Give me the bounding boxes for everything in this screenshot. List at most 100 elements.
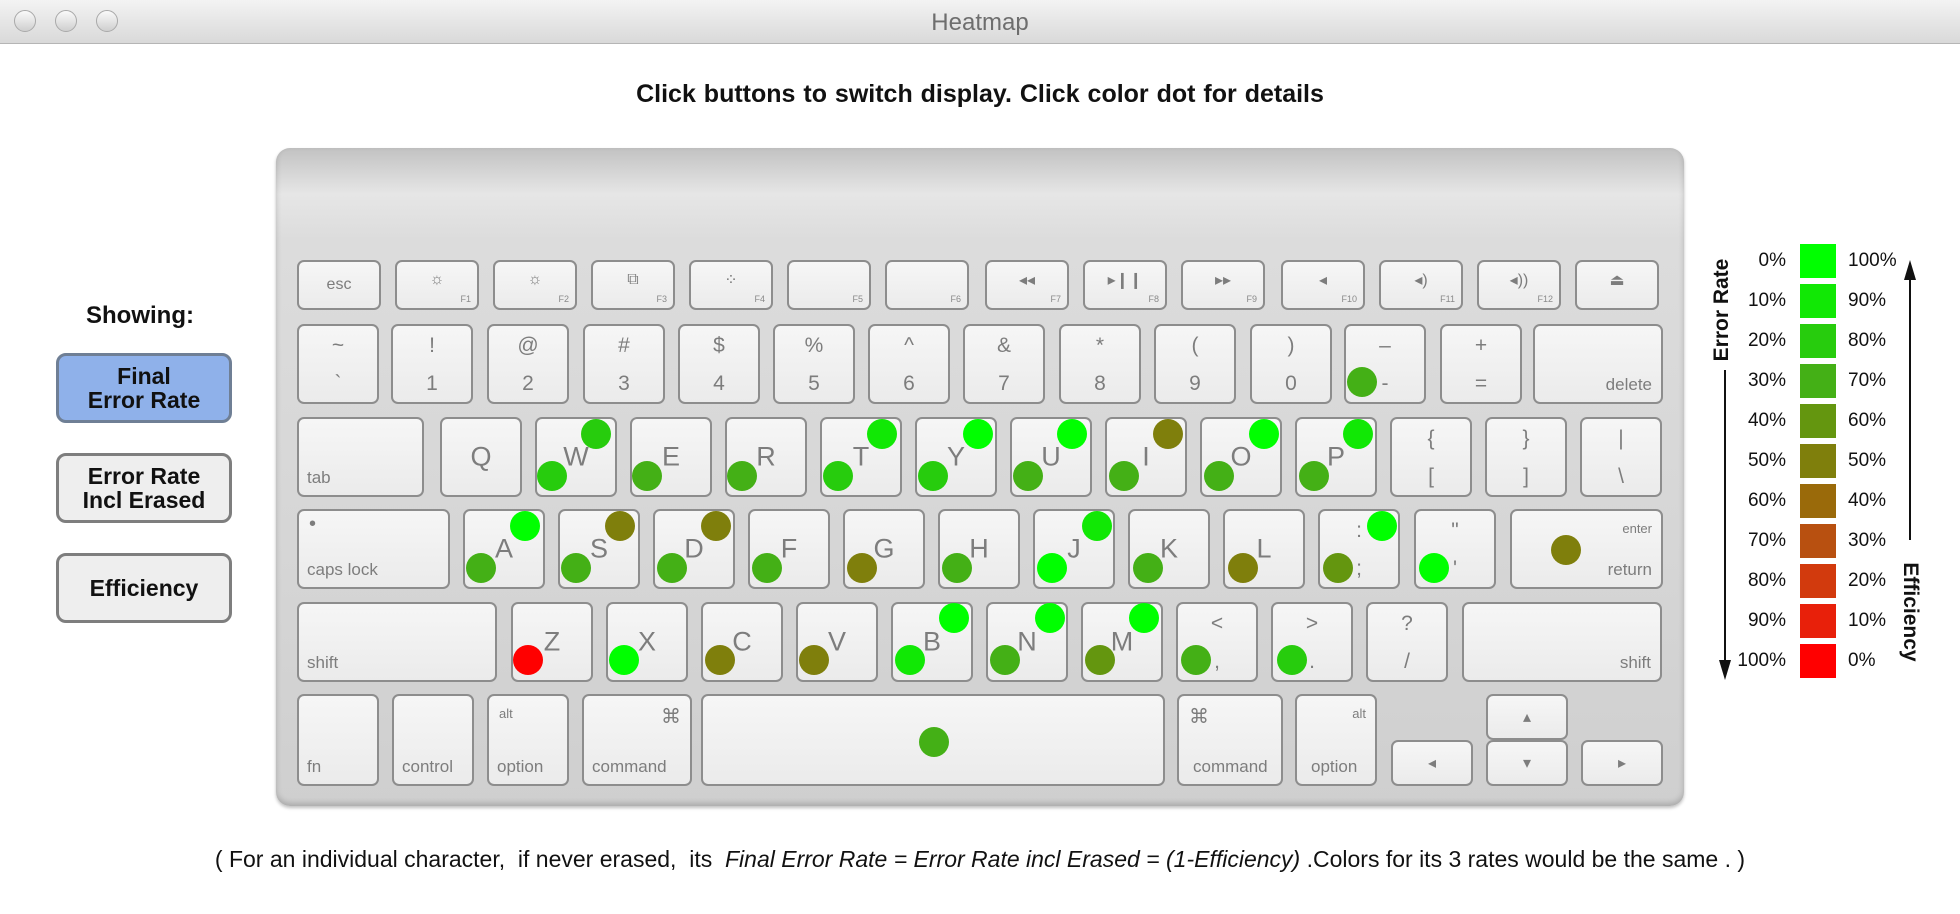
heat-dot-a-shifted[interactable]: [510, 511, 540, 541]
key-f6[interactable]: F6: [885, 260, 969, 310]
heat-dot-space[interactable]: [919, 727, 949, 757]
key-arrow-right[interactable]: ▸: [1581, 740, 1663, 786]
key-eject[interactable]: ⏏: [1575, 260, 1659, 310]
heat-dot-p[interactable]: [1299, 461, 1329, 491]
legend-error-rate-label: 70%: [1747, 530, 1786, 551]
key-8[interactable]: * 8: [1059, 324, 1141, 404]
key-brightness-down[interactable]: ☼ F1: [395, 260, 479, 310]
heat-dot-x[interactable]: [609, 645, 639, 675]
key-5[interactable]: % 5: [773, 324, 855, 404]
key-1[interactable]: ! 1: [391, 324, 473, 404]
heat-dot-return[interactable]: [1551, 535, 1581, 565]
key-command[interactable]: command ⌘: [1177, 694, 1283, 786]
key-volume-down[interactable]: ◂) F11: [1379, 260, 1463, 310]
key-fast-forward[interactable]: ▸▸ F9: [1181, 260, 1265, 310]
key-volume-up[interactable]: ◂)) F12: [1477, 260, 1561, 310]
heat-dot-k[interactable]: [1133, 553, 1163, 583]
key-return[interactable]: return enter: [1510, 509, 1663, 589]
heat-dot-d[interactable]: [657, 553, 687, 583]
key-q[interactable]: Q: [440, 417, 522, 497]
heat-dot-o-shifted[interactable]: [1249, 419, 1279, 449]
key-shift[interactable]: shift: [1462, 602, 1662, 682]
heat-dot-c[interactable]: [705, 645, 735, 675]
key-2[interactable]: @2: [487, 324, 569, 404]
key-`[interactable]: ~ `: [297, 324, 379, 404]
heat-dot-n-shifted[interactable]: [1035, 603, 1065, 633]
key-launchpad[interactable]: ⁘ F4: [689, 260, 773, 310]
key-/[interactable]: ? /: [1366, 602, 1448, 682]
heat-dot-quote[interactable]: [1419, 553, 1449, 583]
heat-dot-h[interactable]: [942, 553, 972, 583]
heat-dot-t[interactable]: [823, 461, 853, 491]
heat-dot-f[interactable]: [752, 553, 782, 583]
key-arrow-left[interactable]: ◂: [1391, 740, 1473, 786]
key-label: command: [592, 757, 667, 776]
key-\[interactable]: | \: [1580, 417, 1662, 497]
heat-dot-w-shifted[interactable]: [581, 419, 611, 449]
heat-dot-n[interactable]: [990, 645, 1020, 675]
heat-dot-b[interactable]: [895, 645, 925, 675]
heat-dot-z[interactable]: [513, 645, 543, 675]
heat-dot-semicolon[interactable]: [1323, 553, 1353, 583]
heat-dot-comma[interactable]: [1181, 645, 1211, 675]
heat-dot-y-shifted[interactable]: [963, 419, 993, 449]
key-caps-lock[interactable]: caps lock •: [297, 509, 450, 589]
key-][interactable]: }]: [1485, 417, 1567, 497]
key-tab[interactable]: tab: [297, 417, 424, 497]
heat-dot-a[interactable]: [466, 553, 496, 583]
heat-dot-j-shifted[interactable]: [1082, 511, 1112, 541]
heat-dot-m[interactable]: [1085, 645, 1115, 675]
key-shift[interactable]: shift: [297, 602, 497, 682]
key-top-legend: <: [1210, 612, 1224, 635]
key-delete[interactable]: delete: [1533, 324, 1663, 404]
heat-dot-v[interactable]: [799, 645, 829, 675]
heat-dot-r[interactable]: [727, 461, 757, 491]
key-arrow-up[interactable]: ▴: [1486, 694, 1568, 740]
heat-dot-y[interactable]: [918, 461, 948, 491]
key-control[interactable]: control: [392, 694, 474, 786]
heat-dot-d-shifted[interactable]: [701, 511, 731, 541]
key-f5[interactable]: F5: [787, 260, 871, 310]
heat-dot-s-shifted[interactable]: [605, 511, 635, 541]
heat-dot-m-shifted[interactable]: [1129, 603, 1159, 633]
heat-dot-colon[interactable]: [1367, 511, 1397, 541]
heat-dot-l[interactable]: [1228, 553, 1258, 583]
heat-dot-u[interactable]: [1013, 461, 1043, 491]
key-option[interactable]: option alt: [1295, 694, 1377, 786]
key-[[interactable]: {[: [1390, 417, 1472, 497]
key-4[interactable]: $4: [678, 324, 760, 404]
key-3[interactable]: #3: [583, 324, 665, 404]
key-play-pause[interactable]: ▸❙❙ F8: [1083, 260, 1167, 310]
error-rate-incl-erased-button[interactable]: Error Rate Incl Erased: [56, 453, 232, 523]
heat-dot-e[interactable]: [632, 461, 662, 491]
heat-dot-i[interactable]: [1109, 461, 1139, 491]
key-fn[interactable]: fn: [297, 694, 379, 786]
key-esc[interactable]: esc: [297, 260, 381, 310]
heat-dot-b-shifted[interactable]: [939, 603, 969, 633]
key-0[interactable]: ) 0: [1250, 324, 1332, 404]
heat-dot-j[interactable]: [1037, 553, 1067, 583]
key-command[interactable]: command ⌘: [582, 694, 692, 786]
key-option[interactable]: option alt: [487, 694, 569, 786]
key-6[interactable]: ^ 6: [868, 324, 950, 404]
heat-dot-t-shifted[interactable]: [867, 419, 897, 449]
heat-dot-w[interactable]: [537, 461, 567, 491]
heat-dot-o[interactable]: [1204, 461, 1234, 491]
heat-dot-period[interactable]: [1277, 645, 1307, 675]
efficiency-button[interactable]: Efficiency: [56, 553, 232, 623]
key-arrow-down[interactable]: ▾: [1486, 740, 1568, 786]
key-=[interactable]: + =: [1440, 324, 1522, 404]
key-mission-control[interactable]: ⧉ F3: [591, 260, 675, 310]
key-brightness-up[interactable]: ☼ F2: [493, 260, 577, 310]
heat-dot-i-shifted[interactable]: [1153, 419, 1183, 449]
heat-dot-u-shifted[interactable]: [1057, 419, 1087, 449]
key-9[interactable]: (9: [1154, 324, 1236, 404]
heat-dot--[interactable]: [1347, 367, 1377, 397]
key-7[interactable]: & 7: [963, 324, 1045, 404]
final-error-rate-button[interactable]: Final Error Rate: [56, 353, 232, 423]
key-mute[interactable]: ◂ F10: [1281, 260, 1365, 310]
key-rewind[interactable]: ◂◂ F7: [985, 260, 1069, 310]
heat-dot-s[interactable]: [561, 553, 591, 583]
heat-dot-g[interactable]: [847, 553, 877, 583]
heat-dot-p-shifted[interactable]: [1343, 419, 1373, 449]
